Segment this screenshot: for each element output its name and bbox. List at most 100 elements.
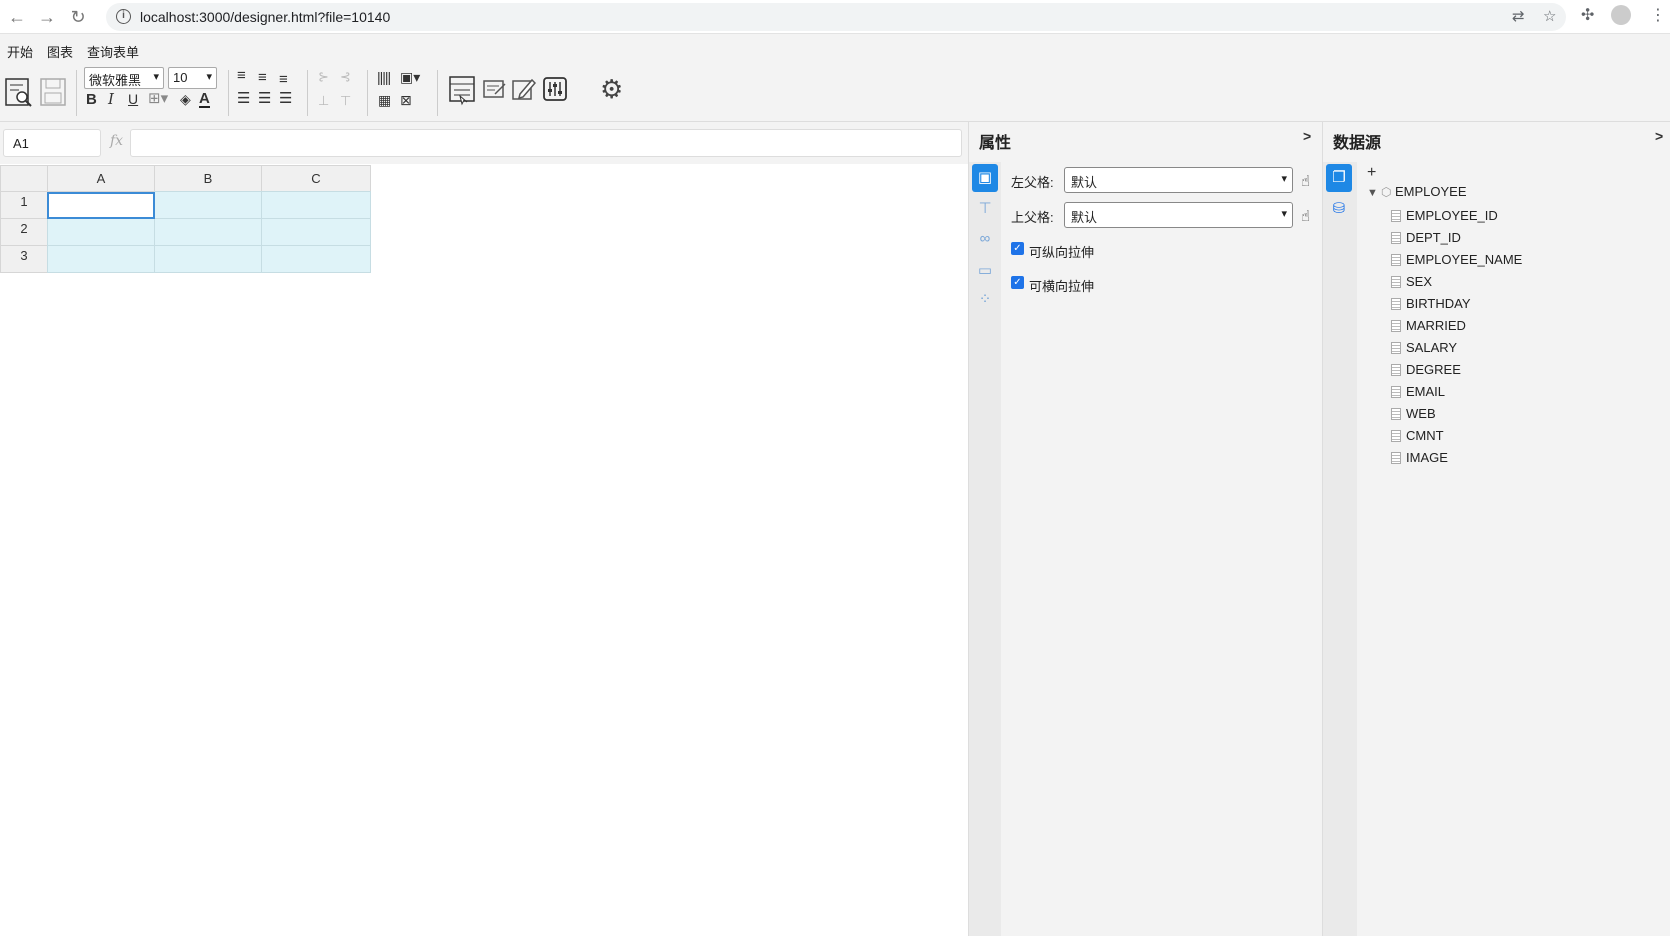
tree-field-item[interactable]: WEB [1391, 406, 1436, 421]
cell-b2[interactable] [154, 218, 262, 246]
cube-icon: ⬡ [1381, 185, 1392, 199]
align-right-icon[interactable]: ☰ [279, 91, 292, 106]
gear-icon[interactable]: ⚙ [600, 76, 623, 102]
top-parent-select[interactable]: 默认 ▾ [1064, 202, 1293, 228]
left-parent-select[interactable]: 默认 ▾ [1064, 167, 1293, 193]
edit-icon[interactable] [510, 76, 537, 102]
cell-c2[interactable] [261, 218, 371, 246]
border-icon[interactable]: ⊞▾ [148, 91, 168, 106]
tree-field-item[interactable]: DEPT_ID [1391, 230, 1461, 245]
chevron-down-icon[interactable]: ▼ [1367, 187, 1381, 199]
back-arrow-icon[interactable]: ← [6, 6, 28, 28]
bold-button[interactable]: B [86, 92, 97, 107]
cell-b3[interactable] [154, 245, 262, 273]
qrcode-icon[interactable]: ▦ [378, 93, 391, 107]
tree-field-item[interactable]: CMNT [1391, 428, 1444, 443]
vertical-stretch-checkbox[interactable]: ✓ [1011, 242, 1024, 255]
underline-button[interactable]: U [128, 92, 138, 106]
properties-collapse-button[interactable]: > [1303, 128, 1311, 144]
format-brush-icon[interactable]: ⊤ [972, 195, 998, 223]
tab-start[interactable]: 开始 [7, 42, 34, 66]
cell-properties-icon[interactable]: ▣ [972, 164, 998, 192]
profile-avatar-icon[interactable] [1611, 5, 1631, 25]
forward-arrow-icon[interactable]: → [36, 6, 58, 28]
barcode-icon[interactable]: ||||| [377, 70, 391, 84]
horizontal-stretch-checkbox[interactable]: ✓ [1011, 276, 1024, 289]
font-color-button[interactable]: A [199, 91, 210, 108]
row-header-3[interactable]: 3 [0, 245, 48, 273]
tree-dataset-node[interactable]: ▼ ⬡ EMPLOYEE [1367, 184, 1467, 199]
save-icon[interactable] [38, 76, 68, 106]
column-header-c[interactable]: C [261, 165, 371, 192]
database-icon[interactable]: ⛁ [1326, 195, 1352, 223]
cell-picker-hand-icon[interactable]: ☝ [1301, 207, 1310, 225]
cell-a3[interactable] [47, 245, 155, 273]
reload-icon[interactable]: ↻ [67, 6, 89, 28]
dataset-icon[interactable]: ❐ [1326, 164, 1352, 192]
delete-row-icon[interactable]: ⊰ [340, 70, 351, 83]
formula-input[interactable] [130, 129, 962, 157]
chevron-down-icon: ▾ [1281, 173, 1287, 185]
translate-icon[interactable]: ⇄ [1512, 9, 1525, 25]
insert-row-icon[interactable]: ⊱ [318, 70, 329, 83]
corner-cell[interactable] [0, 165, 48, 192]
slash-cell-icon[interactable]: ⊠ [400, 93, 412, 107]
italic-button[interactable]: I [108, 92, 114, 107]
field-icon [1391, 408, 1401, 420]
tree-field-item[interactable]: DEGREE [1391, 362, 1461, 377]
widgets-icon[interactable]: ⁘ [972, 286, 998, 314]
align-middle-icon[interactable]: ≡ [258, 70, 267, 85]
top-parent-label: 上父格: [1011, 210, 1054, 225]
parameter-icon[interactable] [481, 76, 507, 102]
tree-field-item[interactable]: BIRTHDAY [1391, 296, 1471, 311]
display-icon[interactable]: ▭ [972, 257, 998, 285]
font-family-select[interactable]: 微软雅黑 ▾ [84, 67, 164, 89]
preview-icon[interactable] [3, 76, 33, 107]
tab-chart[interactable]: 图表 [47, 42, 73, 61]
report-settings-icon[interactable] [448, 74, 476, 106]
star-icon[interactable]: ☆ [1543, 9, 1556, 25]
sliders-icon[interactable] [542, 76, 568, 102]
add-dataset-button[interactable]: + [1367, 164, 1376, 182]
tree-field-item[interactable]: SEX [1391, 274, 1432, 289]
extensions-icon[interactable]: ✣ [1581, 5, 1594, 25]
tree-field-item[interactable]: MARRIED [1391, 318, 1466, 333]
cell-a1-selected[interactable] [47, 192, 155, 219]
cell-b1[interactable] [154, 191, 262, 219]
align-left-icon[interactable]: ☰ [237, 91, 250, 106]
align-bottom-icon[interactable]: ≡ [279, 72, 288, 87]
tree-field-item[interactable]: IMAGE [1391, 450, 1448, 465]
cell-c3[interactable] [261, 245, 371, 273]
link-icon[interactable]: ∞ [972, 225, 998, 253]
fill-color-icon[interactable]: ◈ [180, 92, 191, 106]
row-header-2[interactable]: 2 [0, 218, 48, 246]
toolbar: 微软雅黑 ▾ 10 ▾ B I U ⊞▾ ◈ A ≡ ≡ ≡ ☰ ☰ ☰ ⊱ ⊰ ⊥… [0, 64, 1670, 122]
tree-field-item[interactable]: EMPLOYEE_ID [1391, 208, 1498, 223]
cell-reference-input[interactable]: A1 [3, 129, 101, 157]
tab-query-form[interactable]: 查询表单 [87, 42, 139, 61]
column-header-b[interactable]: B [154, 165, 262, 192]
datasource-collapse-button[interactable]: > [1655, 128, 1663, 144]
insert-column-icon[interactable]: ⊥ [318, 94, 329, 107]
align-center-icon[interactable]: ☰ [258, 91, 271, 106]
more-vert-icon[interactable]: ⋮ [1650, 5, 1666, 25]
tree-field-item[interactable]: EMAIL [1391, 384, 1445, 399]
chevron-down-icon: ▾ [153, 71, 159, 83]
tree-field-item[interactable]: EMPLOYEE_NAME [1391, 252, 1522, 267]
tree-field-item[interactable]: SALARY [1391, 340, 1457, 355]
column-header-a[interactable]: A [47, 165, 155, 192]
info-icon[interactable]: i [116, 9, 131, 24]
address-bar[interactable]: i localhost:3000/designer.html?file=1014… [106, 3, 1566, 31]
cell-picker-hand-icon[interactable]: ☝ [1301, 172, 1310, 190]
font-size-select[interactable]: 10 ▾ [168, 67, 217, 89]
formula-bar: A1 fx [0, 122, 968, 164]
delete-column-icon[interactable]: ⊤ [340, 94, 351, 107]
row-header-1[interactable]: 1 [0, 191, 48, 219]
align-top-icon[interactable]: ≡ [237, 68, 246, 83]
field-icon [1391, 298, 1401, 310]
field-icon [1391, 386, 1401, 398]
cell-c1[interactable] [261, 191, 371, 219]
cell-a2[interactable] [47, 218, 155, 246]
image-icon[interactable]: ▣▾ [400, 70, 420, 84]
url-text[interactable]: localhost:3000/designer.html?file=10140 [140, 9, 390, 25]
